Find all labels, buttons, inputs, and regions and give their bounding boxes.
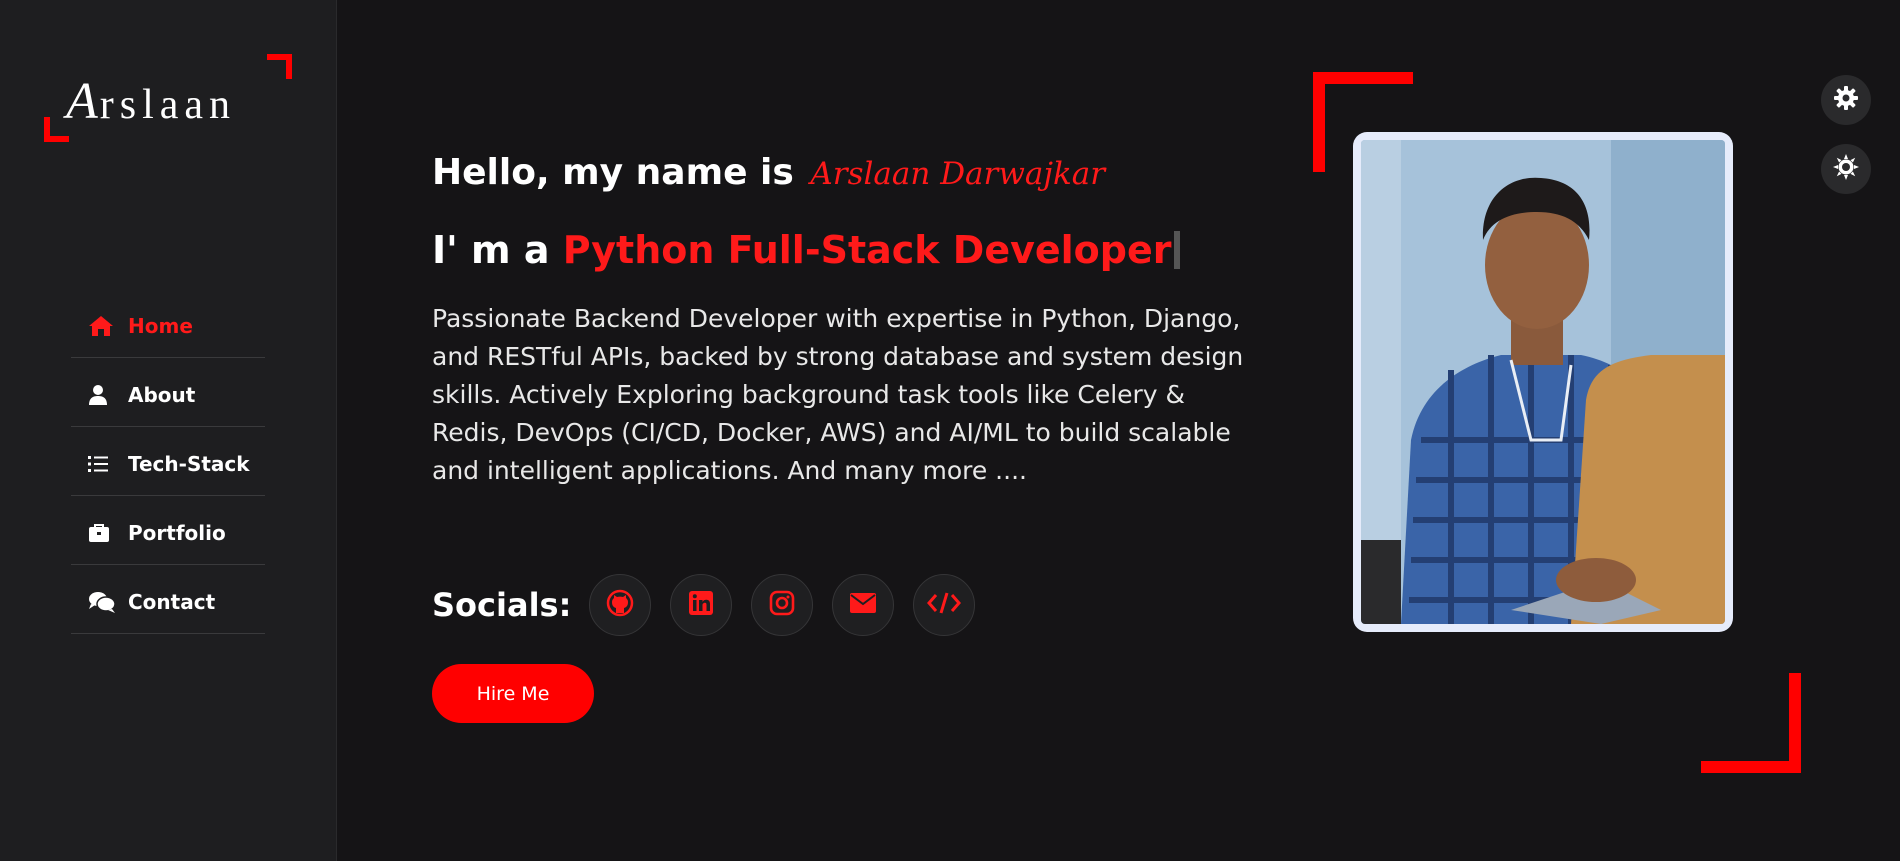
code-link[interactable] — [913, 574, 976, 636]
list-icon — [88, 455, 116, 473]
comments-icon — [88, 591, 116, 613]
github-icon — [606, 589, 634, 622]
github-link[interactable] — [589, 574, 652, 636]
logo-initial: A — [66, 73, 100, 130]
email-link[interactable] — [832, 574, 895, 636]
photo-frame-corner-bottom-right — [1701, 673, 1801, 773]
hire-me-button[interactable]: Hire Me — [432, 664, 594, 723]
socials-row: Socials: — [432, 574, 994, 636]
nav-label-portfolio: Portfolio — [128, 521, 226, 545]
role-text: Python Full-Stack Developer — [562, 228, 1172, 272]
typing-cursor — [1173, 231, 1180, 269]
user-icon — [88, 384, 116, 406]
nav-label-tech-stack: Tech-Stack — [128, 452, 250, 476]
socials-label: Socials: — [432, 586, 572, 624]
nav-label-home: Home — [128, 314, 193, 338]
nav-item-contact[interactable]: Contact — [71, 565, 265, 634]
nav-item-tech-stack[interactable]: Tech-Stack — [71, 427, 265, 496]
profile-photo-card — [1353, 132, 1733, 632]
gear-icon — [1833, 85, 1859, 116]
role-prefix: I' m a — [432, 228, 550, 272]
theme-toggle-button[interactable] — [1821, 144, 1871, 194]
nav-label-contact: Contact — [128, 590, 216, 614]
person-name: Arslaan Darwajkar — [810, 156, 1106, 192]
instagram-link[interactable] — [751, 574, 814, 636]
instagram-icon — [769, 590, 795, 621]
envelope-icon — [849, 592, 877, 619]
logo[interactable]: Arslaan — [44, 54, 292, 142]
role-heading: I' m a Python Full-Stack Developer — [432, 228, 1180, 272]
nav-item-home[interactable]: Home — [71, 289, 265, 358]
main-nav: Home About Tech-Stack Portfolio Contact — [71, 289, 265, 634]
bio-paragraph: Passionate Backend Developer with expert… — [432, 304, 1244, 485]
logo-corner-top-right — [267, 54, 292, 79]
profile-photo — [1361, 140, 1725, 624]
sidebar: Arslaan Home About Tech-Stack Portfolio — [0, 0, 337, 861]
greeting-heading: Hello, my name is Arslaan Darwajkar — [432, 152, 1105, 193]
settings-button[interactable] — [1821, 75, 1871, 125]
linkedin-link[interactable] — [670, 574, 733, 636]
code-icon — [927, 591, 962, 620]
profile-photo-illustration — [1361, 140, 1725, 624]
linkedin-icon — [688, 590, 714, 621]
home-icon — [88, 315, 116, 337]
briefcase-icon — [88, 523, 116, 543]
nav-label-about: About — [128, 383, 196, 407]
nav-item-about[interactable]: About — [71, 358, 265, 427]
logo-rest: rslaan — [99, 82, 237, 128]
greeting-text: Hello, my name is — [432, 152, 794, 193]
logo-text: Arslaan — [66, 72, 236, 131]
nav-item-portfolio[interactable]: Portfolio — [71, 496, 265, 565]
sun-icon — [1832, 153, 1860, 186]
